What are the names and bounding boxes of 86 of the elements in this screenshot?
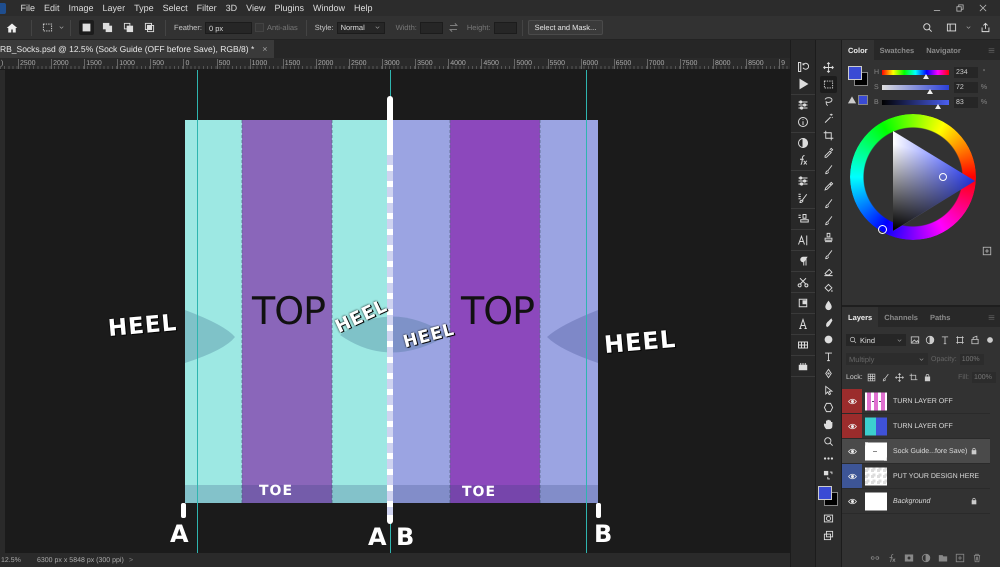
gamut-color-swatch[interactable]: [858, 95, 868, 105]
sliders-icon[interactable]: [796, 175, 809, 187]
visibility-eye-icon[interactable]: [848, 396, 856, 406]
lock-position-icon[interactable]: [894, 372, 905, 382]
search-icon: [849, 336, 857, 344]
menu-item[interactable]: 3D: [221, 3, 242, 13]
guide-letter: A: [368, 525, 387, 549]
heel-label: HEEL: [402, 322, 457, 352]
layer-thumbnail: [865, 442, 887, 460]
half-circle-icon[interactable]: [796, 137, 809, 149]
marker-line: [181, 503, 186, 518]
caret-icon[interactable]: [58, 24, 65, 31]
menu-item[interactable]: Plugins: [270, 3, 308, 13]
menu-item[interactable]: Image: [64, 3, 98, 13]
guide-letter: A: [170, 522, 189, 546]
menu-item[interactable]: Window: [308, 3, 350, 13]
visibility-eye-icon[interactable]: [848, 472, 856, 480]
new-layer-icon[interactable]: [955, 553, 965, 563]
shape-filter-icon[interactable]: [954, 334, 966, 346]
menu-item[interactable]: Edit: [40, 3, 64, 13]
type-filter-icon[interactable]: [939, 334, 951, 346]
adjustment-icon[interactable]: [921, 553, 931, 563]
warning-icon[interactable]: [848, 96, 856, 104]
slider-thumb[interactable]: [934, 104, 941, 108]
panel-menu-icon[interactable]: [987, 46, 996, 54]
layer-thumbnail: [865, 392, 887, 410]
character-icon[interactable]: [796, 234, 809, 246]
top-label: TOP: [461, 292, 534, 330]
add-selection-icon[interactable]: [100, 20, 115, 35]
trash-icon[interactable]: [972, 553, 982, 563]
caret-icon: [918, 356, 925, 362]
menu-item[interactable]: Layer: [98, 3, 130, 13]
subtract-selection-icon[interactable]: [121, 20, 136, 35]
scissors-icon[interactable]: [796, 276, 809, 288]
menu-item[interactable]: Select: [158, 3, 192, 13]
panel-menu-icon[interactable]: [987, 312, 996, 322]
play-icon[interactable]: [796, 78, 809, 90]
mask-icon[interactable]: [904, 553, 914, 563]
marquee-icon[interactable]: [820, 76, 837, 93]
brush-list-icon[interactable]: [796, 192, 809, 204]
menu-item[interactable]: View: [242, 3, 270, 13]
stamp-list-icon[interactable]: [796, 213, 809, 225]
glyph-icon[interactable]: [796, 318, 809, 330]
menu-item[interactable]: Type: [130, 3, 158, 13]
toe-label: TOE: [462, 485, 496, 499]
home-icon[interactable]: [6, 22, 18, 34]
menu-item[interactable]: Filter: [192, 3, 222, 13]
heel-label: HEEL: [603, 326, 678, 358]
guide-letter: B: [594, 522, 612, 546]
slider-thumb[interactable]: [922, 74, 929, 78]
grid-icon[interactable]: [796, 339, 809, 351]
layer-thumbnail: [865, 492, 887, 510]
guide-letter: B: [396, 525, 414, 549]
layer-thumbnail: [865, 466, 887, 486]
adjustment-filter-icon[interactable]: [924, 334, 936, 346]
visibility-eye-icon[interactable]: [848, 422, 856, 430]
add-panel-icon[interactable]: [982, 246, 992, 256]
top-label: TOP: [252, 292, 326, 330]
new-selection-icon[interactable]: [79, 20, 94, 35]
color-swatches[interactable]: [818, 486, 838, 506]
toe-label: TOE: [259, 484, 294, 498]
caret-icon[interactable]: [965, 24, 972, 31]
menu-item[interactable]: Help: [350, 3, 378, 13]
visibility-eye-icon[interactable]: [848, 446, 856, 456]
menu-item[interactable]: File: [16, 3, 40, 13]
document-tab[interactable]: RB_Socks.psd @ 12.5% (Sock Guide (OFF before Save), RGB/8) * ×: [0, 40, 274, 58]
lock-pixels-icon[interactable]: [866, 372, 877, 382]
restore-icon[interactable]: [955, 3, 965, 13]
filter-toggle-icon[interactable]: [984, 334, 996, 346]
image-filter-icon[interactable]: [909, 334, 921, 346]
info-icon[interactable]: [796, 116, 809, 128]
intersect-selection-icon[interactable]: [142, 20, 157, 35]
visibility-eye-icon[interactable]: [848, 496, 856, 506]
sliders-icon[interactable]: [796, 99, 809, 111]
caret-icon: [896, 336, 903, 344]
marker-line: [596, 503, 601, 518]
caret-icon: [374, 24, 381, 31]
close-icon[interactable]: [978, 3, 988, 13]
block-icon[interactable]: [796, 360, 809, 372]
color-swatches[interactable]: [848, 66, 868, 86]
slider-thumb[interactable]: [927, 88, 934, 94]
folder-icon[interactable]: [938, 553, 948, 563]
layer-thumbnail: [865, 416, 887, 436]
app-logo-icon: [0, 2, 6, 14]
heel-label: HEEL: [107, 312, 178, 341]
close-tab-button[interactable]: ×: [262, 44, 268, 54]
